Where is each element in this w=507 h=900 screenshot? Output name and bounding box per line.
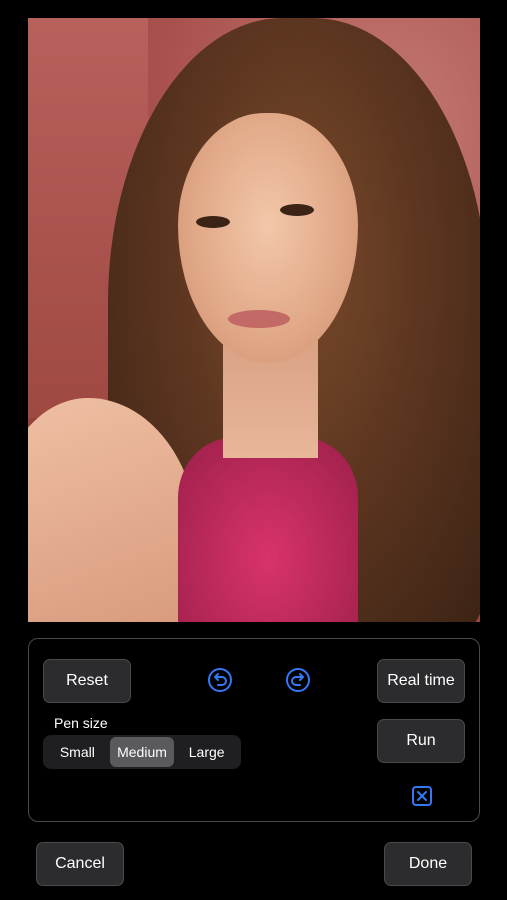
cancel-button[interactable]: Cancel	[36, 842, 124, 886]
photo-clothing	[178, 438, 358, 622]
pen-size-label: Pen size	[54, 715, 108, 731]
clear-mask-icon[interactable]	[409, 783, 435, 809]
photo-lips	[228, 310, 290, 328]
done-button[interactable]: Done	[384, 842, 472, 886]
edit-panel: Reset Real time Pen size Small Medium La…	[28, 638, 480, 822]
pen-size-small[interactable]: Small	[45, 737, 110, 767]
run-button[interactable]: Run	[377, 719, 465, 763]
redo-icon[interactable]	[285, 667, 311, 693]
real-time-button[interactable]: Real time	[377, 659, 465, 703]
portrait-photo[interactable]	[28, 18, 480, 622]
photo-eye-right	[280, 204, 314, 216]
pen-size-large[interactable]: Large	[174, 737, 239, 767]
reset-button[interactable]: Reset	[43, 659, 131, 703]
pen-size-medium[interactable]: Medium	[109, 737, 175, 767]
photo-eye-left	[196, 216, 230, 228]
pen-size-selector[interactable]: Small Medium Large	[43, 735, 241, 769]
undo-icon[interactable]	[207, 667, 233, 693]
